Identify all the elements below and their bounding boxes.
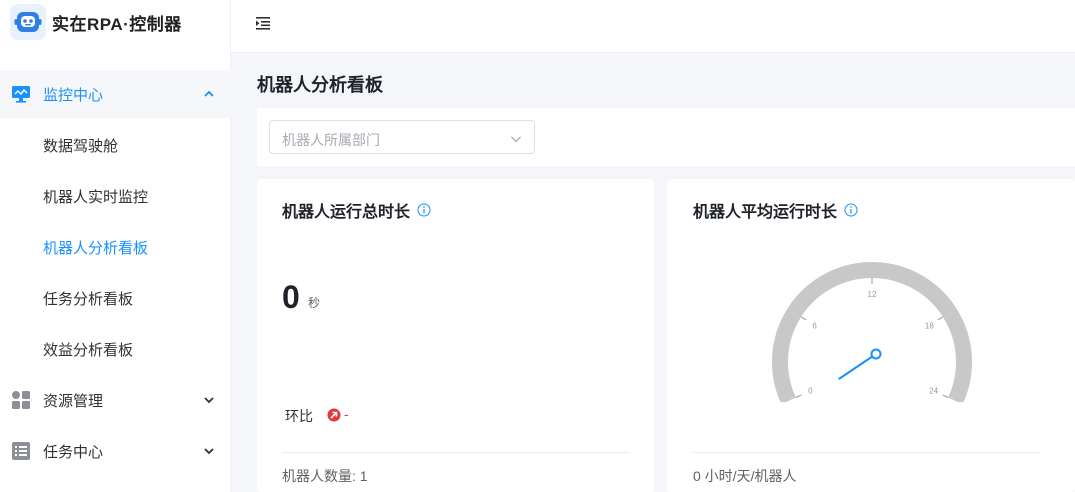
menu-group-task-center[interactable]: 任务中心 <box>0 427 231 475</box>
total-run-time-unit: 秒 <box>308 296 321 310</box>
gauge-tick <box>937 316 944 321</box>
department-select[interactable]: 机器人所属部门 <box>269 120 535 154</box>
card-title: 机器人运行总时长 <box>282 198 431 222</box>
sidebar-item-label: 机器人实时监控 <box>43 188 149 206</box>
menu-group-label: 资源管理 <box>43 392 104 410</box>
sidebar-item-data-cockpit[interactable]: 数据驾驶舱 <box>0 120 231 170</box>
sidebar-item-robot-realtime-monitor[interactable]: 机器人实时监控 <box>0 171 231 221</box>
sidebar-item-robot-analysis-board[interactable]: 机器人分析看板 <box>0 222 231 272</box>
app-title: 实在RPA·控制器 <box>52 14 182 34</box>
monitor-icon <box>10 83 32 105</box>
average-run-time-value: 0 小时/天/机器人 <box>693 468 797 484</box>
total-run-time-value: 0 <box>282 279 300 315</box>
sidebar-item-label: 机器人分析看板 <box>43 239 149 257</box>
card-title: 机器人平均运行时长 <box>693 198 858 222</box>
divider <box>693 452 1040 453</box>
info-icon[interactable] <box>844 203 858 217</box>
filter-bar: 机器人所属部门 <box>257 108 1075 166</box>
grid-icon <box>10 389 32 411</box>
top-header <box>231 0 1075 53</box>
chevron-up-icon <box>203 87 215 105</box>
gauge-tick <box>942 394 949 398</box>
chevron-down-icon <box>203 393 215 411</box>
sidebar-item-benefit-analysis-board[interactable]: 效益分析看板 <box>0 324 231 374</box>
card-total-run-time: 机器人运行总时长 0 秒 环比 - 机器人数量: 1 <box>257 179 654 492</box>
menu-group-resource-management[interactable]: 资源管理 <box>0 376 231 424</box>
trend-up-icon <box>327 408 341 422</box>
menu-collapse-icon[interactable] <box>254 14 272 32</box>
robot-count: 机器人数量: 1 <box>282 468 368 484</box>
gauge-needle <box>838 353 877 380</box>
menu-group-monitor-center[interactable]: 监控中心 <box>0 70 231 118</box>
gauge-tick-label: 18 <box>925 321 934 330</box>
gauge-tick-label: 12 <box>868 290 877 299</box>
gauge-tick-label: 6 <box>812 321 817 330</box>
ratio-label: 环比 <box>285 408 313 424</box>
sidebar: 实在RPA·控制器 监控中心 数据驾驶舱 机器人实时监控 机器人分析看板 任务分… <box>0 0 231 492</box>
list-icon <box>10 440 32 462</box>
page-title: 机器人分析看板 <box>257 75 383 95</box>
sidebar-item-label: 效益分析看板 <box>43 341 134 359</box>
gauge-hub <box>870 348 882 360</box>
divider <box>282 452 629 453</box>
gauge-tick-label: 0 <box>808 387 813 396</box>
sidebar-item-task-analysis-board[interactable]: 任务分析看板 <box>0 273 231 323</box>
chevron-down-icon <box>510 132 522 150</box>
card-title-text: 机器人平均运行时长 <box>693 204 838 221</box>
gauge-tick <box>795 394 802 398</box>
card-title-text: 机器人运行总时长 <box>282 204 411 221</box>
gauge-tick <box>800 316 807 321</box>
info-icon[interactable] <box>417 203 431 217</box>
ratio-value: - <box>344 406 349 422</box>
robot-logo-icon <box>10 4 46 40</box>
select-placeholder: 机器人所属部门 <box>282 132 380 148</box>
gauge-tick-label: 24 <box>929 387 938 396</box>
sidebar-item-label: 任务分析看板 <box>43 290 134 308</box>
chevron-down-icon <box>203 444 215 462</box>
logo[interactable]: 实在RPA·控制器 <box>0 0 230 44</box>
menu-group-label: 任务中心 <box>43 443 104 461</box>
card-average-run-time: 机器人平均运行时长 0 6 12 18 24 0 小时/天/机器人 <box>667 179 1075 492</box>
average-run-time-gauge: 0 6 12 18 24 <box>772 262 972 402</box>
sidebar-item-label: 数据驾驶舱 <box>43 137 119 155</box>
menu-group-label: 监控中心 <box>43 86 104 104</box>
